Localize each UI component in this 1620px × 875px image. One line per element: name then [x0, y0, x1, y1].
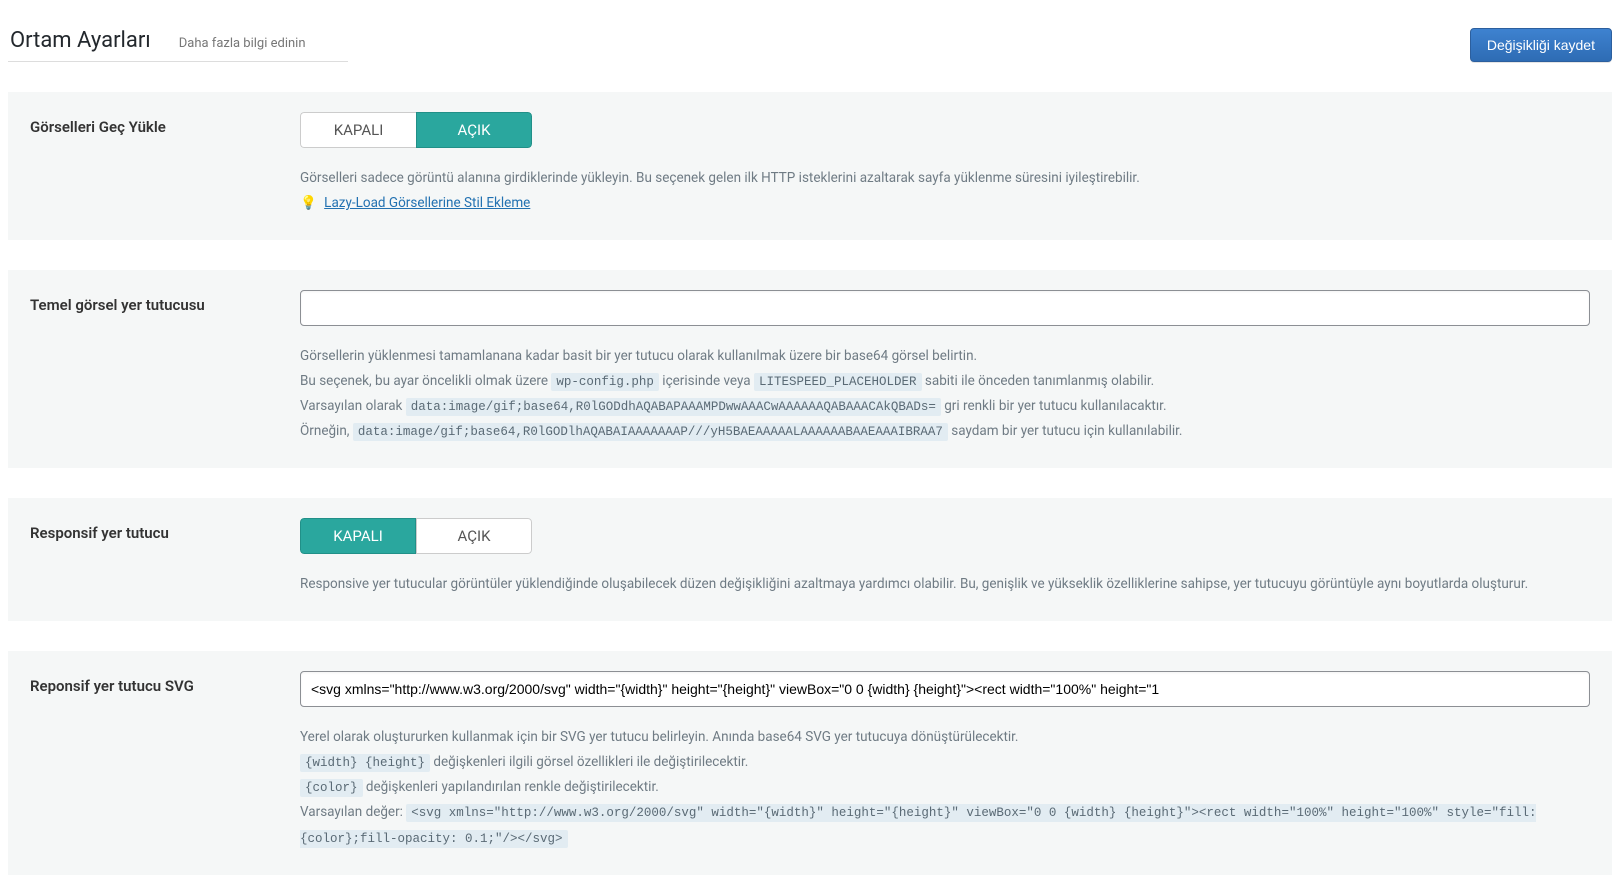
- code-snippet: {color}: [300, 779, 363, 797]
- basic-placeholder-input[interactable]: [300, 290, 1590, 326]
- code-snippet: <svg xmlns="http://www.w3.org/2000/svg" …: [300, 804, 1536, 847]
- desc-text: Varsayılan değer: <svg xmlns="http://www…: [300, 800, 1590, 850]
- learn-more-link[interactable]: Daha fazla bilgi edinin: [179, 36, 306, 51]
- responsive-svg-input[interactable]: [300, 671, 1590, 707]
- section-basic-placeholder: Temel görsel yer tutucusu Görsellerin yü…: [8, 270, 1612, 468]
- page-title: Ortam Ayarları: [8, 28, 151, 53]
- toggle-responsive-placeholder: KAPALI AÇIK: [300, 518, 532, 554]
- desc-text: Bu seçenek, bu ayar öncelikli olmak üzer…: [300, 369, 1590, 394]
- toggle-off-button[interactable]: KAPALI: [300, 518, 416, 554]
- label-basic-placeholder: Temel görsel yer tutucusu: [30, 290, 300, 314]
- label-responsive-svg: Reponsif yer tutucu SVG: [30, 671, 300, 695]
- desc-text: Yerel olarak oluştururken kullanmak için…: [300, 725, 1590, 750]
- toggle-lazy-load: KAPALI AÇIK: [300, 112, 532, 148]
- desc-text: {color} değişkenleri yapılandırılan renk…: [300, 775, 1590, 800]
- desc-text: Görselleri sadece görüntü alanına girdik…: [300, 166, 1590, 191]
- code-snippet: {width} {height}: [300, 754, 430, 772]
- section-lazy-load: Görselleri Geç Yükle KAPALI AÇIK Görsell…: [8, 92, 1612, 240]
- label-responsive-placeholder: Responsif yer tutucu: [30, 518, 300, 542]
- toggle-on-button[interactable]: AÇIK: [416, 112, 532, 148]
- desc-text: Responsive yer tutucular görüntüler yükl…: [300, 572, 1590, 597]
- code-snippet: wp-config.php: [551, 373, 659, 391]
- save-button[interactable]: Değişikliği kaydet: [1470, 28, 1612, 62]
- desc-text: Görsellerin yüklenmesi tamamlanana kadar…: [300, 344, 1590, 369]
- code-snippet: data:image/gif;base64,R0lGODdhAQABAPAAAM…: [406, 398, 941, 416]
- code-snippet: data:image/gif;base64,R0lGODlhAQABAIAAAA…: [353, 423, 948, 441]
- lazy-load-styling-link[interactable]: Lazy-Load Görsellerine Stil Ekleme: [324, 195, 530, 211]
- section-responsive-placeholder: Responsif yer tutucu KAPALI AÇIK Respons…: [8, 498, 1612, 621]
- desc-text: Varsayılan olarak data:image/gif;base64,…: [300, 394, 1590, 419]
- toggle-on-button[interactable]: AÇIK: [416, 518, 532, 554]
- toggle-off-button[interactable]: KAPALI: [300, 112, 416, 148]
- desc-text: Örneğin, data:image/gif;base64,R0lGODlhA…: [300, 419, 1590, 444]
- desc-text: {width} {height} değişkenleri ilgili gör…: [300, 750, 1590, 775]
- section-responsive-svg: Reponsif yer tutucu SVG Yerel olarak olu…: [8, 651, 1612, 874]
- label-lazy-load: Görselleri Geç Yükle: [30, 112, 300, 136]
- code-snippet: LITESPEED_PLACEHOLDER: [754, 373, 922, 391]
- bulb-icon: 💡: [300, 195, 317, 211]
